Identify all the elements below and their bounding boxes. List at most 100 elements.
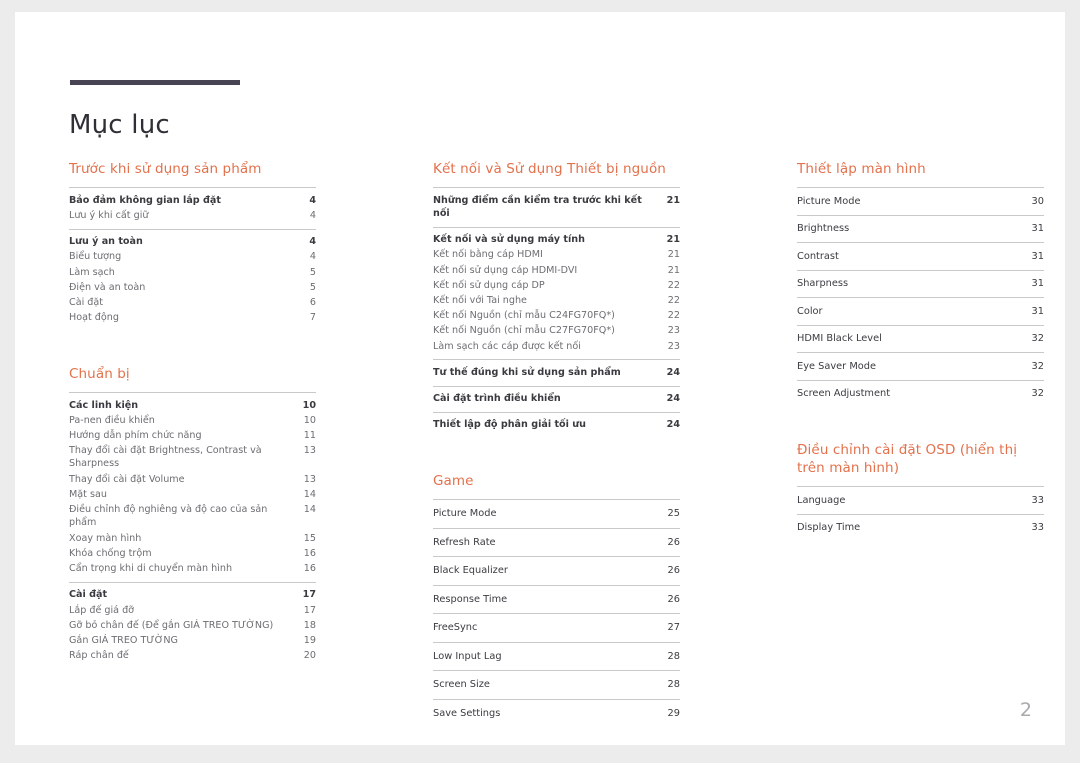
toc-section-title[interactable]: Chuẩn bị	[69, 365, 316, 383]
toc-entry[interactable]: Lắp đế giá đỡ 17	[69, 603, 316, 618]
toc-entry[interactable]: Mặt sau 14	[69, 487, 316, 502]
toc-entry[interactable]: Kết nối Nguồn (chỉ mẫu C27FG70FQ*) 23	[433, 323, 680, 338]
toc-entry[interactable]: Khóa chống trộm 16	[69, 546, 316, 561]
toc-entry[interactable]: Điều chỉnh độ nghiêng và độ cao của sản …	[69, 502, 316, 530]
toc-entry[interactable]: Gắn GIÁ TREO TƯỜNG 19	[69, 633, 316, 648]
toc-entry[interactable]: Cài đặt 17	[69, 587, 316, 602]
toc-entry-label: Kết nối sử dụng cáp HDMI-DVI	[433, 264, 578, 276]
toc-entry[interactable]: Làm sạch 5	[69, 265, 316, 280]
toc-entry[interactable]: Response Time 26	[433, 584, 680, 614]
toc-entry-label: Hoạt động	[69, 312, 119, 324]
toc-entry[interactable]: Low Input Lag 28	[433, 641, 680, 671]
toc-entry[interactable]: Kết nối bằng cáp HDMI 21	[433, 247, 680, 262]
toc-entry-label: Pa-nen điều khiển	[69, 414, 155, 426]
toc-entry[interactable]: Thay đổi cài đặt Brightness, Contrast và…	[69, 443, 316, 471]
toc-group: Lưu ý an toàn 4 Biểu tượng 4 Làm sạch 5 Điện v…	[69, 228, 316, 331]
toc-entry-label: Screen Adjustment	[797, 388, 891, 400]
toc-section: Kết nối và Sử dụng Thiết bị nguồn Những đ…	[433, 160, 680, 438]
toc-entry[interactable]: Cài đặt trình điều khiển 24	[433, 391, 680, 406]
toc-entry-label: Thay đổi cài đặt Volume	[69, 473, 185, 485]
toc-entry-label: Những điểm cần kiểm tra trước khi kết nố…	[433, 194, 642, 219]
toc-section-title[interactable]: Thiết lập màn hình	[797, 160, 1044, 178]
toc-section-title[interactable]: Game	[433, 472, 680, 490]
toc-section: Thiết lập màn hình Picture Mode 30 Brightne…	[797, 160, 1044, 407]
toc-entry[interactable]: Các linh kiện 10	[69, 398, 316, 413]
toc-entry[interactable]: Điện và an toàn 5	[69, 280, 316, 295]
toc-entry[interactable]: Kết nối sử dụng cáp HDMI-DVI 21	[433, 263, 680, 278]
toc-entry[interactable]: Biểu tượng 4	[69, 249, 316, 264]
toc-entry[interactable]: FreeSync 27	[433, 613, 680, 642]
toc-entry[interactable]: Brightness 31	[797, 214, 1044, 243]
toc-entry[interactable]: Làm sạch các cáp được kết nối 23	[433, 339, 680, 354]
toc-entry[interactable]: Color 31	[797, 297, 1044, 325]
toc-entry[interactable]: Refresh Rate 26	[433, 527, 680, 557]
toc-section-title[interactable]: Trước khi sử dụng sản phẩm	[69, 160, 316, 178]
toc-entry[interactable]: Tư thế đúng khi sử dụng sản phẩm 24	[433, 365, 680, 380]
toc-entry-page-number: 7	[309, 312, 316, 324]
toc-group: Tư thế đúng khi sử dụng sản phẩm 24	[433, 359, 680, 385]
toc-entry-page-number: 16	[303, 563, 316, 575]
toc-entry-label: Refresh Rate	[433, 536, 496, 548]
toc-entry-label: Language	[797, 494, 846, 506]
toc-entry-page-number: 32	[1031, 388, 1044, 400]
toc-entry[interactable]: Black Equalizer 26	[433, 556, 680, 585]
toc-entry[interactable]: Gỡ bỏ chân đế (Để gắn GIÁ TREO TƯỜNG) 18	[69, 618, 316, 633]
toc-entry-page-number: 22	[667, 279, 680, 291]
toc-entry[interactable]: Bảo đảm không gian lắp đặt 4	[69, 193, 316, 208]
toc-entry[interactable]: Xoay màn hình 15	[69, 531, 316, 546]
toc-entry[interactable]: Kết nối với Tai nghe 22	[433, 293, 680, 308]
toc-group-list: Bảo đảm không gian lắp đặt 4 Lưu ý khi cất…	[69, 187, 316, 331]
toc-entry-page-number: 4	[309, 236, 316, 248]
toc-entry[interactable]: Thiết lập độ phân giải tối ưu 24	[433, 417, 680, 432]
toc-entry[interactable]: Cẩn trọng khi di chuyển màn hình 16	[69, 561, 316, 576]
toc-entry[interactable]: Hoạt động 7	[69, 310, 316, 325]
toc-entry[interactable]: Screen Adjustment 32	[797, 379, 1044, 408]
toc-entry[interactable]: Pa-nen điều khiển 10	[69, 413, 316, 428]
toc-entry[interactable]: Kết nối sử dụng cáp DP 22	[433, 278, 680, 293]
toc-entry[interactable]: Contrast 31	[797, 242, 1044, 270]
toc-entry-page-number: 14	[303, 488, 316, 500]
toc-entry[interactable]: Những điểm cần kiểm tra trước khi kết nố…	[433, 193, 680, 221]
toc-entry[interactable]: Thay đổi cài đặt Volume 13	[69, 472, 316, 487]
toc-entry[interactable]: Hướng dẫn phím chức năng 11	[69, 428, 316, 443]
toc-entry-label: Tư thế đúng khi sử dụng sản phẩm	[433, 366, 621, 378]
toc-entry[interactable]: Kết nối Nguồn (chỉ mẫu C24FG70FQ*) 22	[433, 308, 680, 323]
toc-entry[interactable]: Kết nối và sử dụng máy tính 21	[433, 232, 680, 247]
toc-entry-label: Cài đặt	[69, 296, 104, 308]
toc-entry-page-number: 26	[667, 536, 680, 548]
toc-entry-label: Color	[797, 305, 823, 317]
toc-section-title[interactable]: Điều chỉnh cài đặt OSD (hiển thị trên mà…	[797, 441, 1044, 477]
toc-entry-page-number: 33	[1031, 494, 1044, 506]
toc-entry-list: Picture Mode 30 Brightness 31 Contrast 31 Shar…	[797, 187, 1044, 407]
toc-entry[interactable]: Language 33	[797, 486, 1044, 514]
toc-entry-page-number: 28	[667, 679, 680, 691]
toc-entry[interactable]: Picture Mode 30	[797, 187, 1044, 215]
toc-entry[interactable]: HDMI Black Level 32	[797, 324, 1044, 353]
toc-entry[interactable]: Eye Saver Mode 32	[797, 352, 1044, 380]
toc-entry-page-number: 22	[667, 310, 680, 322]
page-number: 2	[1019, 699, 1032, 721]
toc-entry-label: Gỡ bỏ chân đế (Để gắn GIÁ TREO TƯỜNG)	[69, 619, 274, 631]
toc-entry[interactable]: Lưu ý khi cất giữ 4	[69, 208, 316, 223]
toc-entry[interactable]: Sharpness 31	[797, 269, 1044, 298]
toc-entry-page-number: 31	[1031, 305, 1044, 317]
toc-entry-page-number: 30	[1031, 195, 1044, 207]
toc-entry[interactable]: Cài đặt 6	[69, 295, 316, 310]
toc-entry[interactable]: Lưu ý an toàn 4	[69, 234, 316, 249]
toc-entry-label: Kết nối và sử dụng máy tính	[433, 234, 585, 246]
toc-entry-page-number: 33	[1031, 522, 1044, 534]
toc-entry-label: Bảo đảm không gian lắp đặt	[69, 194, 221, 206]
toc-entry[interactable]: Ráp chân đế 20	[69, 648, 316, 663]
toc-entry[interactable]: Save Settings 29	[433, 698, 680, 728]
toc-section-title[interactable]: Kết nối và Sử dụng Thiết bị nguồn	[433, 160, 680, 178]
toc-entry[interactable]: Screen Size 28	[433, 670, 680, 699]
toc-entry-page-number: 31	[1031, 250, 1044, 262]
toc-entry[interactable]: Display Time 33	[797, 513, 1044, 542]
toc-entry-label: Khóa chống trộm	[69, 547, 152, 559]
toc-entry-page-number: 20	[303, 650, 316, 662]
toc-entry-label: Black Equalizer	[433, 565, 508, 577]
toc-entry[interactable]: Picture Mode 25	[433, 499, 680, 528]
page-title: Mục lục	[69, 110, 170, 141]
toc-entry-label: Contrast	[797, 250, 839, 262]
toc-entry-page-number: 27	[667, 622, 680, 634]
